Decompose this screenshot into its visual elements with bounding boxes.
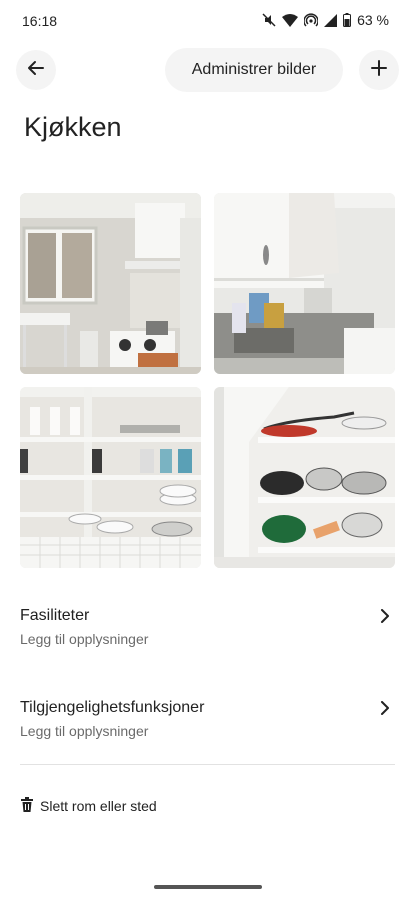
manage-photos-button[interactable]: Administrer bilder: [165, 48, 343, 92]
plus-icon: [370, 59, 388, 82]
status-time: 16:18: [22, 13, 58, 29]
mute-icon: [262, 13, 276, 27]
chevron-right-icon: [379, 701, 391, 720]
signal-icon: [324, 13, 338, 27]
photo-sink[interactable]: [214, 193, 395, 374]
photo-kitchen[interactable]: [20, 193, 201, 374]
hotspot-icon: [304, 13, 319, 27]
status-bar: 16:18 63 %: [0, 0, 415, 40]
page-title: Kjøkken: [24, 112, 122, 142]
facilities-row[interactable]: Fasiliteter Legg til opplysninger: [20, 607, 395, 657]
accessibility-subtitle: Legg til opplysninger: [20, 723, 149, 739]
battery-icon: [343, 13, 352, 27]
accessibility-title: Tilgjengelighetsfunksjoner: [20, 699, 205, 716]
home-indicator[interactable]: [154, 885, 262, 889]
divider: [20, 764, 395, 765]
battery-percent: 63 %: [357, 12, 389, 28]
photo-shelves[interactable]: [20, 387, 201, 568]
facilities-title: Fasiliteter: [20, 607, 90, 624]
facilities-subtitle: Legg til opplysninger: [20, 631, 149, 647]
wifi-icon: [282, 13, 299, 27]
add-button[interactable]: [359, 50, 399, 90]
status-icons: 63 %: [262, 12, 389, 28]
chevron-right-icon: [379, 609, 391, 628]
delete-label: Slett rom eller sted: [40, 798, 157, 814]
accessibility-row[interactable]: Tilgjengelighetsfunksjoner Legg til oppl…: [20, 699, 395, 749]
photo-pots[interactable]: [214, 387, 395, 568]
photo-grid: [20, 193, 395, 568]
delete-room-button[interactable]: Slett rom eller sted: [20, 797, 157, 815]
arrow-left-icon: [27, 59, 45, 82]
back-button[interactable]: [16, 50, 56, 90]
trash-icon: [20, 797, 34, 815]
